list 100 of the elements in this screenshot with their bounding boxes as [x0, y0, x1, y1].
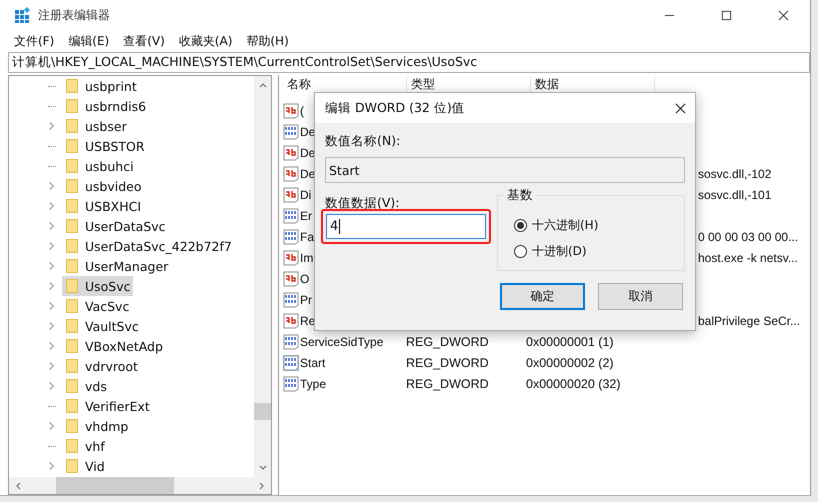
folder-icon: [66, 119, 78, 133]
chevron-icon[interactable]: [48, 241, 55, 251]
folder-icon: [66, 439, 78, 453]
value-name[interactable]: Di: [300, 188, 312, 202]
value-name[interactable]: ServiceSidType: [300, 334, 384, 348]
value-data: sosvc.dll,-101: [698, 188, 772, 202]
tree-item[interactable]: vds: [62, 376, 109, 396]
scrollbar[interactable]: [254, 76, 271, 477]
value-field[interactable]: 4: [326, 214, 486, 239]
tree-item[interactable]: usbvideo: [62, 176, 144, 196]
scrollbar[interactable]: [9, 477, 271, 494]
folder-icon: [66, 279, 78, 293]
folder-icon: [66, 139, 78, 153]
scroll-down-icon[interactable]: [258, 465, 266, 471]
chevron-icon[interactable]: [48, 381, 55, 391]
value-data: host.exe -k netsv...: [698, 250, 798, 264]
registry-icon: [15, 7, 31, 23]
value-name[interactable]: De: [300, 166, 316, 180]
menu-item[interactable]: 查看(V): [123, 32, 165, 50]
scroll-up-icon[interactable]: [258, 82, 266, 88]
folder-icon: [66, 79, 78, 93]
value-type: REG_DWORD: [406, 356, 489, 370]
tree-item[interactable]: UserDataSvc_422b72f7: [62, 236, 234, 256]
folder-icon: [66, 179, 78, 193]
value-name[interactable]: Pr: [300, 292, 312, 306]
tree-item[interactable]: UsoSvc: [62, 276, 133, 296]
tree-item[interactable]: Vid: [62, 456, 107, 476]
chevron-icon[interactable]: [48, 321, 55, 331]
tree-item[interactable]: usbser: [62, 116, 129, 136]
value-data: 0x00000020 (32): [526, 376, 621, 390]
dialog-title: 编辑 DWORD (32 位)值: [325, 100, 465, 116]
value-name[interactable]: De: [300, 124, 316, 138]
field-label: 数值数据(V):: [324, 195, 401, 212]
scroll-thumb[interactable]: [56, 477, 174, 494]
tree-item[interactable]: vhf: [62, 436, 107, 456]
field-label: 数值名称(N):: [325, 133, 402, 150]
scroll-left-icon[interactable]: [15, 482, 21, 490]
folder-icon: [66, 259, 78, 273]
chevron-icon[interactable]: [48, 121, 55, 131]
folder-icon: [66, 399, 78, 413]
folder-icon: [66, 379, 78, 393]
value-name[interactable]: Re: [300, 314, 316, 328]
cancel-button[interactable]: 取消: [598, 283, 683, 310]
folder-icon: [66, 359, 78, 373]
value-data: 0x00000002 (2): [526, 356, 614, 370]
folder-icon: [66, 339, 78, 353]
value-type: REG_DWORD: [406, 334, 489, 348]
value-name[interactable]: Fa: [300, 230, 314, 244]
folder-icon: [66, 419, 78, 433]
ok-button[interactable]: 确定: [500, 283, 585, 310]
radio-option[interactable]: 十六进制(H): [514, 212, 684, 238]
tree-item[interactable]: VerifierExt: [62, 396, 152, 416]
chevron-icon[interactable]: [48, 361, 55, 371]
scroll-right-icon[interactable]: [259, 482, 265, 490]
value-name[interactable]: Im: [300, 250, 314, 264]
address-bar[interactable]: 计算机\HKEY_LOCAL_MACHINE\SYSTEM\CurrentControlSet\Services\UsoSvc: [8, 52, 810, 73]
close-icon[interactable]: [778, 10, 789, 20]
scroll-thumb[interactable]: [254, 403, 271, 420]
chevron-icon[interactable]: [48, 301, 55, 311]
tree-item[interactable]: VacSvc: [62, 296, 132, 316]
tree-item[interactable]: usbuhci: [62, 156, 136, 176]
menu-item[interactable]: 帮助(H): [246, 32, 289, 50]
value-data: 0 00 00 03 00 00...: [698, 230, 798, 244]
value-name[interactable]: Start: [300, 356, 326, 370]
name-field: Start: [325, 157, 685, 183]
tree-item[interactable]: vdrvroot: [62, 356, 140, 376]
tree-item[interactable]: USBSTOR: [62, 136, 147, 156]
group-label: 基数: [504, 187, 536, 204]
value-name[interactable]: Er: [300, 208, 312, 222]
menu-item[interactable]: 文件(F): [14, 32, 54, 50]
chevron-icon[interactable]: [48, 341, 55, 351]
folder-icon: [66, 459, 78, 473]
chevron-icon[interactable]: [48, 201, 55, 211]
folder-icon: [66, 299, 78, 313]
menu-item[interactable]: 编辑(E): [68, 32, 110, 50]
chevron-icon[interactable]: [48, 461, 55, 471]
tree-item[interactable]: UserManager: [62, 256, 170, 276]
tree-item[interactable]: usbprint: [62, 76, 139, 96]
tree-item[interactable]: USBXHCI: [62, 196, 144, 216]
folder-icon: [66, 159, 78, 173]
value-name[interactable]: O: [300, 272, 310, 286]
chevron-icon[interactable]: [48, 421, 55, 431]
tree-item[interactable]: usbrndis6: [62, 96, 148, 116]
tree-item[interactable]: VBoxNetAdp: [62, 336, 165, 356]
menu-item[interactable]: 收藏夹(A): [178, 32, 232, 50]
folder-icon: [66, 219, 78, 233]
folder-icon: [66, 319, 78, 333]
value-name[interactable]: (: [300, 104, 304, 118]
tree-item[interactable]: UserDataSvc: [62, 216, 168, 236]
chevron-icon[interactable]: [48, 281, 55, 291]
chevron-icon[interactable]: [48, 181, 55, 191]
tree-item[interactable]: VaultSvc: [62, 316, 141, 336]
tree-item[interactable]: vhdmp: [62, 416, 130, 436]
close-icon[interactable]: [675, 102, 686, 114]
value-name[interactable]: De: [300, 146, 316, 160]
chevron-icon[interactable]: [48, 261, 55, 271]
maximize-icon[interactable]: [721, 10, 732, 20]
value-name[interactable]: Type: [300, 376, 326, 390]
radio-option[interactable]: 十进制(D): [514, 238, 684, 264]
chevron-icon[interactable]: [48, 221, 55, 231]
